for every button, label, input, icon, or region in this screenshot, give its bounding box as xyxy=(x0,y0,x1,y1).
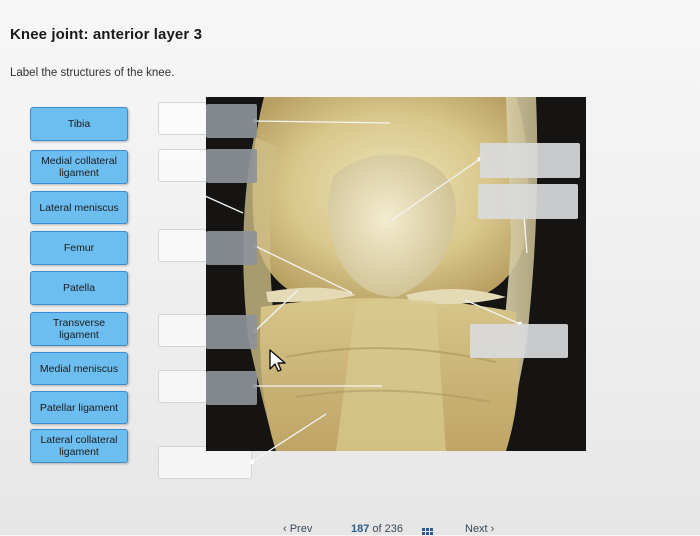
label-chip-transverse-ligament[interactable]: Transverse ligament xyxy=(30,312,128,346)
current-page: 187 xyxy=(351,523,370,535)
drag-cursor-icon xyxy=(269,349,286,372)
target-box-7[interactable] xyxy=(478,184,578,219)
instruction-text: Label the structures of the knee. xyxy=(10,67,175,79)
label-chip-medial-collateral-ligament[interactable]: Medial collateral ligament xyxy=(30,150,128,184)
label-chip-patellar-ligament[interactable]: Patellar ligament xyxy=(30,391,128,424)
page-counter: 187 of 236 xyxy=(351,523,403,535)
target-box-5[interactable] xyxy=(206,371,257,405)
next-button[interactable]: Next › xyxy=(465,523,494,535)
target-box-4[interactable] xyxy=(206,315,257,349)
label-chip-lateral-meniscus[interactable]: Lateral meniscus xyxy=(30,191,128,224)
target-box-2[interactable] xyxy=(206,149,257,183)
target-box-6[interactable] xyxy=(480,143,580,178)
label-chip-patella[interactable]: Patella xyxy=(30,271,128,305)
total-pages: 236 xyxy=(384,523,404,535)
target-box-8[interactable] xyxy=(470,324,568,358)
prev-button[interactable]: ‹ Prev xyxy=(283,523,312,535)
label-chip-femur[interactable]: Femur xyxy=(30,231,128,265)
target-box-1[interactable] xyxy=(206,104,257,138)
label-chip-medial-meniscus[interactable]: Medial meniscus xyxy=(30,352,128,385)
target-box-3[interactable] xyxy=(206,231,257,265)
label-chip-lateral-collateral-ligament[interactable]: Lateral collateral ligament xyxy=(30,429,128,463)
label-chip-tibia[interactable]: Tibia xyxy=(30,107,128,141)
page-of-label: of xyxy=(372,523,382,535)
page-title: Knee joint: anterior layer 3 xyxy=(10,26,203,43)
